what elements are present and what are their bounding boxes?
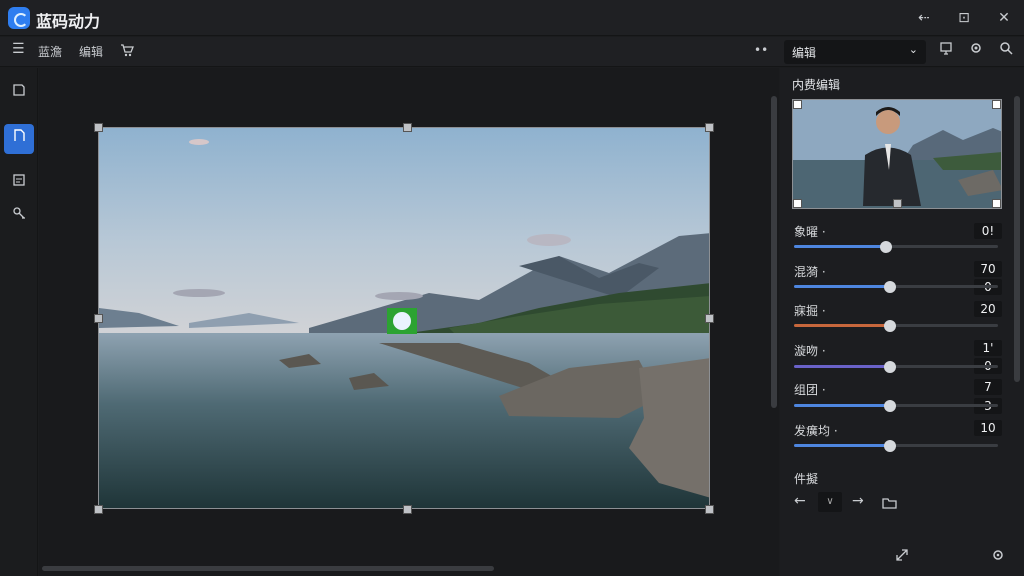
slider-label-6: 发癀均 · [794,424,838,438]
crop-handle-left[interactable] [94,314,103,323]
search-icon[interactable] [996,41,1016,61]
close-icon[interactable]: ✕ [994,8,1014,28]
crop-handle-top[interactable] [403,123,412,132]
export-icon[interactable] [892,548,912,568]
properties-panel: 内费编辑 象曜 · 0! 混漪 · 70 0 寐掘 · 20 漩吻 · 1' 0… [780,68,1024,576]
person-thumbnail[interactable] [792,99,1002,209]
thumb-handle-tl[interactable] [793,100,802,109]
slider-track-5[interactable] [794,399,998,412]
mode-dropdown[interactable]: 编辑 ⌄ [784,40,926,64]
title-bar: 蓝码动力 ⇠ ⊡ ✕ [0,0,1024,36]
adjust-icon[interactable] [4,202,34,232]
crop-handle-bottom-right[interactable] [705,505,714,514]
slider-value-1[interactable]: 0! [974,223,1002,239]
slider-track-4[interactable] [794,360,998,373]
more-icon[interactable]: •• [754,43,768,57]
crop-handle-top-right[interactable] [705,123,714,132]
slider-value-3[interactable]: 20 [974,301,1002,317]
crop-icon[interactable] [4,78,34,108]
slider-value-2[interactable]: 70 [974,261,1002,277]
slider-knob-1[interactable] [879,240,892,253]
slider-label-3: 寐掘 · [794,304,826,318]
slider-track-6[interactable] [794,439,998,452]
thumb-handle-b[interactable] [893,199,902,208]
crop-handle-bottom-left[interactable] [94,505,103,514]
slider-track-1[interactable] [794,240,998,253]
toolbar-item-1[interactable]: 蓝澹 [38,43,62,60]
folder-icon[interactable] [882,494,897,513]
transform-icon[interactable] [4,124,34,154]
slider-value-5[interactable]: 7 [974,379,1002,395]
slider-label-5: 组团 · [794,383,826,397]
slider-knob-6[interactable] [883,439,896,452]
app-title: 蓝码动力 [36,12,101,31]
slider-label-1: 象曜 · [794,225,826,239]
mode-dropdown-label: 编辑 [792,46,817,60]
arrow-left-icon[interactable]: ← [794,493,806,509]
slider-track-2[interactable] [794,280,998,293]
menu-icon[interactable]: ☰ [12,41,25,57]
logo-icon [8,7,30,29]
pin-icon[interactable] [936,41,956,61]
slider-label-2: 混漪 · [794,265,826,279]
landscape-photo[interactable] [98,127,710,509]
slider-value-4[interactable]: 1' [974,340,1002,356]
slider-value-6[interactable]: 10 [974,420,1002,436]
canvas-vertical-scrollbar[interactable] [771,96,777,408]
slider-knob-3[interactable] [883,319,896,332]
settings-icon[interactable] [966,41,986,61]
slider-knob-2[interactable] [883,280,896,293]
slider-knob-4[interactable] [883,360,896,373]
gear-icon[interactable] [988,548,1008,568]
thumb-handle-br[interactable] [992,199,1001,208]
thumb-handle-bl[interactable] [793,199,802,208]
crop-handle-right[interactable] [705,314,714,323]
slider-knob-5[interactable] [883,399,896,412]
main-toolbar: ☰ 蓝澹 编辑 •• [0,37,780,67]
slider-label-4: 漩吻 · [794,344,826,358]
document-icon[interactable] [4,169,34,199]
arrow-right-icon[interactable]: → [852,493,864,509]
history-title: 件擬 [794,472,819,486]
crop-handle-top-left[interactable] [94,123,103,132]
left-tool-nav [0,68,38,576]
toolbar-item-edit[interactable]: 编辑 [79,43,103,60]
panel-scrollbar[interactable] [1014,96,1020,382]
crop-handle-bottom[interactable] [403,505,412,514]
slider-track-3[interactable] [794,319,998,332]
history-dropdown[interactable]: ∨ [818,492,842,512]
thumb-handle-tr[interactable] [992,100,1001,109]
panel-header-bar: 编辑 ⌄ [780,37,1024,67]
landscape-image [99,128,709,508]
cart-icon[interactable] [120,43,134,60]
back-icon[interactable]: ⇠ [914,8,934,28]
chevron-down-icon: ⌄ [908,43,918,56]
window-icon[interactable]: ⊡ [954,8,974,28]
person-preview-image [793,100,1001,208]
section-title: 内费编辑 [792,78,841,92]
canvas-horizontal-scrollbar[interactable] [42,566,494,571]
